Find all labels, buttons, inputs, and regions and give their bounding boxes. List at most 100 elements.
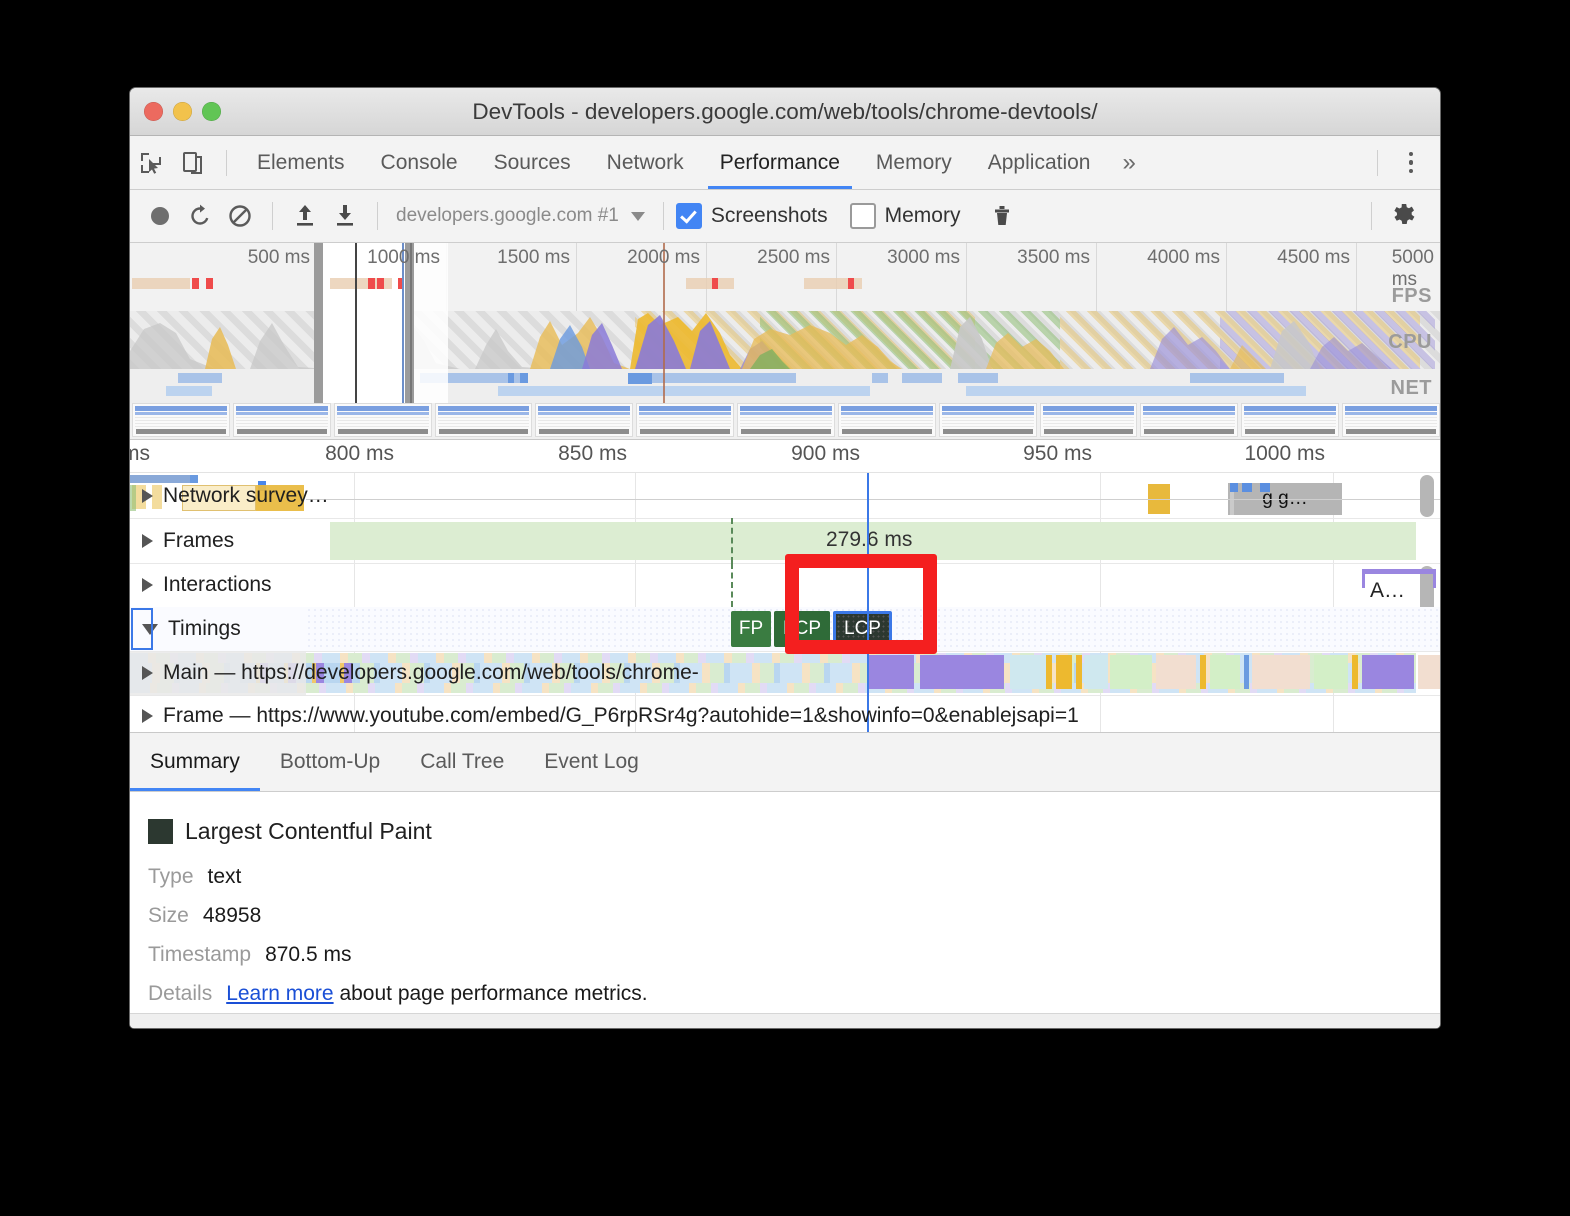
track-label-interactions: Interactions [163,573,272,596]
learn-more-link[interactable]: Learn more [226,982,333,1005]
filmstrip-frame[interactable] [1140,403,1239,437]
track-label-network: Network survey… [163,483,329,507]
frames-duration-label: 279.6 ms [826,528,913,551]
filmstrip-frame[interactable] [535,403,634,437]
load-profile-icon[interactable] [285,196,325,236]
track-header-frames[interactable]: Frames [130,518,234,563]
filmstrip-frame[interactable] [636,403,735,437]
tab-bottom-up[interactable]: Bottom-Up [260,733,400,791]
overview-tick: 1000 ms [367,247,440,268]
filmstrip-frame[interactable] [1039,403,1138,437]
expand-triangle-icon[interactable] [142,709,153,723]
summary-value: 48958 [202,904,262,927]
expand-triangle-icon[interactable] [142,533,153,548]
track-header-interactions[interactable]: Interactions [130,563,272,607]
devtools-window: DevTools - developers.google.com/web/too… [130,88,1440,1028]
tab-sources[interactable]: Sources [476,136,589,189]
track-label-main: Main — https://developers.google.com/web… [163,661,699,684]
overview-tick: 4500 ms [1277,247,1350,268]
overview-tick: 2000 ms [627,247,700,268]
tab-performance[interactable]: Performance [702,136,858,189]
filmstrip-frame[interactable] [938,403,1037,437]
delete-recording-icon[interactable] [982,196,1022,236]
recording-select[interactable]: developers.google.com #1 [390,205,651,227]
timeline-tick: 900 ms [791,442,860,465]
filmstrip-frame[interactable] [1241,403,1340,437]
annotation-highlight-box [785,554,937,654]
device-toolbar-icon[interactable] [172,142,214,184]
gear-icon[interactable] [1384,196,1424,236]
record-toolbar-divider-2 [377,202,378,230]
kebab-menu-icon[interactable] [1390,142,1432,184]
filmstrip-frame[interactable] [434,403,533,437]
overview-label-net: NET [1390,377,1432,399]
filmstrip-frame[interactable] [1342,403,1440,437]
timeline-tick: 950 ms [1023,442,1092,465]
track-header-network[interactable]: Network survey… [130,473,329,518]
timeline-tick: 800 ms [325,442,394,465]
screenshots-checkbox-box [675,203,702,229]
panel-tabs: Elements Console Sources Network Perform… [239,136,1150,189]
filmstrip-frame[interactable] [737,403,835,437]
track-row-frame[interactable]: Frame — https://www.youtube.com/embed/G_… [130,695,1440,732]
summary-event-title: Largest Contentful Paint [130,818,1440,845]
memory-checkbox[interactable]: Memory [849,203,960,229]
summary-row-type: Type text [130,865,1440,904]
tab-console[interactable]: Console [363,136,476,189]
overview-tick: 3000 ms [887,247,960,268]
filmstrip-frame[interactable] [837,403,936,437]
timeline-ruler[interactable]: ms 800 ms 850 ms 900 ms 950 ms 1000 ms [130,440,1440,473]
event-color-swatch [148,819,173,844]
timeline-overview[interactable]: 500 ms 1000 ms 1500 ms 2000 ms 2500 ms 3… [130,243,1440,440]
tab-network[interactable]: Network [589,136,702,189]
summary-key: Size [148,904,189,927]
filmstrip-frame[interactable] [333,403,432,437]
tab-call-tree[interactable]: Call Tree [400,733,524,791]
track-header-timings[interactable]: Timings [130,607,241,651]
reload-and-record-icon[interactable] [180,196,220,236]
tab-event-log[interactable]: Event Log [524,733,659,791]
track-row-network[interactable]: g g… Network survey… [130,473,1440,519]
summary-row-timestamp: Timestamp 870.5 ms [130,943,1440,982]
more-tabs-button[interactable]: » [1108,136,1149,189]
screenshot-root: DevTools - developers.google.com/web/too… [0,0,1570,1216]
inspect-cursor-icon[interactable] [130,142,172,184]
memory-checkbox-box [849,203,876,229]
track-row-main[interactable]: Main — https://developers.google.com/web… [130,651,1440,696]
summary-value: text [207,865,242,888]
expand-triangle-icon[interactable] [142,578,153,592]
track-label-timings: Timings [168,617,241,640]
expand-triangle-icon[interactable] [142,666,153,680]
frame-divider [731,518,733,563]
filmstrip-frame[interactable] [232,403,331,437]
screenshots-checkbox[interactable]: Screenshots [675,203,828,229]
summary-key: Type [148,865,194,888]
overview-label-cpu: CPU [1388,331,1432,353]
filmstrip-frame[interactable] [132,403,230,437]
devtools-tabbar: Elements Console Sources Network Perform… [130,136,1440,190]
interaction-label: A… [1370,579,1406,602]
performance-record-toolbar: developers.google.com #1 Screenshots Mem… [130,190,1440,243]
summary-row-size: Size 48958 [130,904,1440,943]
track-header-main[interactable]: Main — https://developers.google.com/web… [130,651,699,695]
overview-tick: 2500 ms [757,247,830,268]
track-header-frame[interactable]: Frame — https://www.youtube.com/embed/G_… [130,695,1079,732]
interaction-divider [731,563,733,607]
record-toolbar-divider-3 [662,202,664,230]
tab-summary[interactable]: Summary [130,733,260,791]
tab-memory[interactable]: Memory [858,136,970,189]
window-bottom-bar [130,1013,1440,1028]
tracks-scrollbar-thumb[interactable] [1420,475,1434,517]
tab-application[interactable]: Application [970,136,1109,189]
expand-triangle-icon[interactable] [142,488,153,503]
overview-label-fps: FPS [1391,285,1432,307]
tab-elements[interactable]: Elements [239,136,363,189]
toolbar-divider [226,149,227,176]
save-profile-icon[interactable] [325,196,365,236]
record-circle-icon[interactable] [140,196,180,236]
overview-tick: 500 ms [247,247,310,268]
overview-filmstrip[interactable] [130,403,1440,439]
timeline-tracks[interactable]: ms 800 ms 850 ms 900 ms 950 ms 1000 ms g [130,440,1440,732]
clear-recording-icon[interactable] [220,196,260,236]
timing-marker-fp[interactable]: FP [731,611,771,647]
